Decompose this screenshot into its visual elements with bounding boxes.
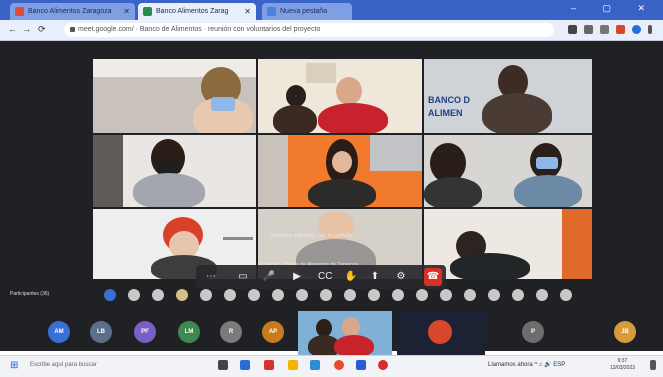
clock-date: 13/03/2023 — [610, 365, 636, 371]
browser-tab[interactable]: Nueva pestaña — [262, 3, 352, 20]
participant-dot[interactable] — [128, 289, 140, 301]
tab-favicon-icon — [267, 7, 276, 16]
end-call-button[interactable]: ☎ — [424, 268, 442, 286]
folder-icon[interactable] — [288, 360, 298, 370]
participant-dot[interactable] — [176, 289, 188, 301]
avatar-initials: R — [228, 329, 234, 335]
participant-dot[interactable] — [152, 289, 164, 301]
raise-hand-icon[interactable]: ✋ — [344, 270, 358, 284]
forward-icon[interactable]: → — [22, 24, 31, 34]
participant-avatar[interactable]: PF — [134, 321, 156, 343]
captions-icon[interactable]: CC — [318, 270, 332, 284]
avatar-initials: AM — [54, 329, 64, 335]
participant-dot[interactable] — [416, 289, 428, 301]
extension-icon[interactable] — [600, 25, 609, 34]
window-controls[interactable]: – ▢ ✕ — [571, 3, 657, 14]
start-menu-icon[interactable]: ⊞ — [10, 360, 18, 371]
word-icon[interactable] — [356, 360, 366, 370]
microphone-icon[interactable]: 🎤 — [262, 270, 276, 284]
mail-icon[interactable] — [310, 360, 320, 370]
participant-dot[interactable] — [368, 289, 380, 301]
video-tile[interactable] — [258, 135, 422, 207]
taskbar-search-input[interactable]: Escribe aquí para buscar — [30, 359, 180, 372]
participant-avatar[interactable]: AP — [262, 321, 284, 343]
task-view-icon[interactable] — [218, 360, 228, 370]
avatar-initials: JB — [621, 329, 629, 335]
participant-dot[interactable] — [464, 289, 476, 301]
participant-dot[interactable] — [320, 289, 332, 301]
participant-dot[interactable] — [488, 289, 500, 301]
clock-time: 9:37 — [617, 358, 628, 364]
participant-dot[interactable] — [536, 289, 548, 301]
tab-close-icon[interactable]: ✕ — [123, 3, 130, 20]
lock-icon — [70, 27, 75, 32]
app-icon[interactable] — [378, 360, 388, 370]
video-tile[interactable] — [93, 59, 256, 133]
browser-tab[interactable]: Banco Alimentos Zaragoza ✕ — [10, 3, 135, 20]
chrome-icon[interactable] — [334, 360, 344, 370]
back-icon[interactable]: ← — [8, 24, 17, 34]
participant-dot[interactable] — [104, 289, 116, 301]
profile-avatar-icon[interactable] — [632, 25, 641, 34]
presenting-thumbnail[interactable] — [397, 311, 485, 355]
participant-avatar[interactable]: AM — [48, 321, 70, 343]
participant-dot[interactable] — [200, 289, 212, 301]
more-options-icon[interactable]: ⋯ — [204, 270, 218, 284]
participant-dot[interactable] — [248, 289, 260, 301]
avatar-initials: P — [530, 329, 535, 335]
menu-icon[interactable] — [648, 25, 652, 34]
tab-title: Banco Alimentos Zarag — [156, 8, 229, 15]
participant-strip — [100, 287, 590, 303]
tab-title: Nueva pestaña — [280, 8, 328, 15]
participant-dot[interactable] — [344, 289, 356, 301]
participant-dot[interactable] — [512, 289, 524, 301]
participant-avatar[interactable]: JB — [614, 321, 636, 343]
video-tile[interactable] — [258, 59, 422, 133]
edge-icon[interactable] — [240, 360, 250, 370]
chat-icon[interactable]: ▭ — [236, 270, 250, 284]
tab-favicon-icon — [15, 7, 24, 16]
notifications-icon[interactable] — [650, 360, 656, 370]
participants-count[interactable]: Participantes (36) — [10, 291, 49, 297]
caption-text: Subtítulos activados · ver en pantalla — [270, 233, 352, 239]
participant-avatar[interactable]: P — [522, 321, 544, 343]
video-tile[interactable] — [93, 135, 256, 207]
tab-close-icon[interactable]: ✕ — [244, 3, 251, 20]
camera-ext-icon[interactable] — [568, 25, 577, 34]
video-tile[interactable] — [424, 209, 592, 279]
participant-avatar[interactable]: LB — [90, 321, 112, 343]
taskbar-clock[interactable]: 9:37 13/03/2023 — [610, 358, 635, 372]
video-tile[interactable]: BANCO D ALIMEN — [424, 59, 592, 133]
avatar-initials: LM — [184, 329, 194, 335]
browser-tab-active[interactable]: Banco Alimentos Zarag ✕ — [138, 3, 256, 20]
extension-icon[interactable] — [616, 25, 625, 34]
participant-avatar[interactable]: R — [220, 321, 242, 343]
video-tile[interactable] — [424, 135, 592, 207]
avatar-initials: LB — [97, 329, 105, 335]
participant-dot[interactable] — [272, 289, 284, 301]
self-view-thumbnail[interactable] — [298, 311, 392, 355]
tab-title: Banco Alimentos Zaragoza — [28, 8, 112, 15]
banco-logo-text: ALIMEN — [428, 108, 463, 118]
record-icon — [428, 320, 452, 344]
url-input[interactable]: meet.google.com/ · Banco de Alimentos · … — [64, 23, 554, 37]
reload-icon[interactable]: ⟳ — [38, 24, 46, 35]
meet-toolbar: ⋯ ▭ 🎤 ▶ CC ✋ ⬆ ⚙ ☎ — [196, 265, 446, 289]
participant-avatar[interactable]: LM — [178, 321, 200, 343]
participant-dot[interactable] — [392, 289, 404, 301]
system-tray[interactable]: Llamamos ahora ^ ⌂ 🔊 ESP — [488, 361, 565, 368]
office-icon[interactable] — [264, 360, 274, 370]
participant-dot[interactable] — [560, 289, 572, 301]
banco-logo-text: BANCO D — [428, 95, 470, 105]
participant-dot[interactable] — [440, 289, 452, 301]
participant-dot[interactable] — [296, 289, 308, 301]
meet-favicon-icon — [143, 7, 152, 16]
settings-icon[interactable]: ⚙ — [394, 270, 408, 284]
star-icon[interactable] — [584, 25, 593, 34]
avatar-initials: AP — [268, 329, 278, 335]
participant-dot[interactable] — [224, 289, 236, 301]
avatar-initials: PF — [141, 329, 149, 335]
present-icon[interactable]: ⬆ — [368, 270, 382, 284]
camera-icon[interactable]: ▶ — [290, 270, 304, 284]
